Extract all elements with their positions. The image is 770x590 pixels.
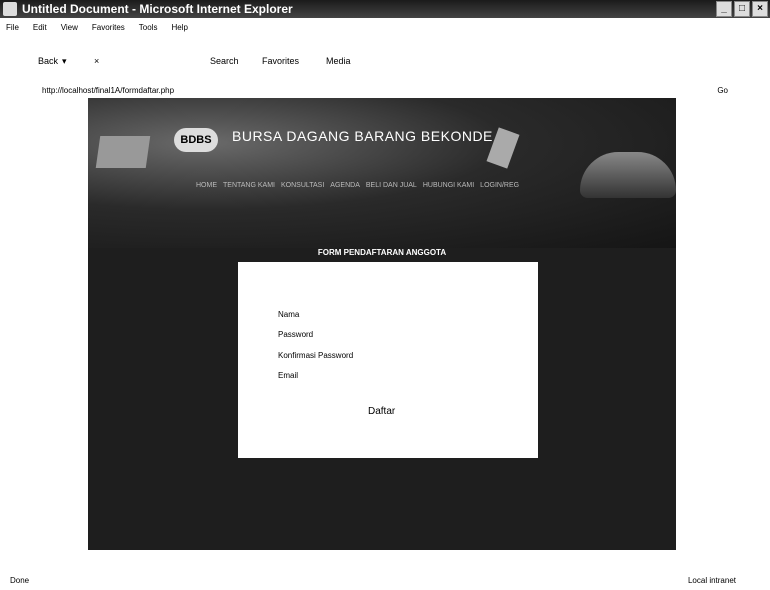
title-bar: Untitled Document - Microsoft Internet E… (0, 0, 770, 18)
nav-login[interactable]: LOGIN/REG (480, 182, 519, 189)
menu-edit[interactable]: Edit (33, 23, 47, 32)
web-page: BDBS BURSA DAGANG BARANG BEKONDE HOME TE… (88, 98, 676, 550)
stop-icon[interactable]: × (94, 56, 99, 66)
window-controls: _ □ × (716, 1, 768, 17)
close-button[interactable]: × (752, 1, 768, 17)
nav-konsultasi[interactable]: KONSULTASI (281, 182, 324, 189)
label-password: Password (278, 330, 314, 339)
status-text: Done (10, 576, 30, 585)
window-title: Untitled Document - Microsoft Internet E… (22, 2, 293, 16)
menu-help[interactable]: Help (171, 23, 187, 32)
nav-tentang-kami[interactable]: TENTANG KAMI (223, 182, 275, 189)
menu-file[interactable]: File (6, 23, 19, 32)
site-nav: HOME TENTANG KAMI KONSULTASI AGENDA BELI… (196, 182, 519, 189)
nav-beli-dan-jual[interactable]: BELI DAN JUAL (366, 182, 417, 189)
toolbar: Back ▾ × Search Favorites Media (0, 52, 770, 72)
car-image (580, 152, 676, 198)
label-email: Email (278, 371, 299, 380)
nav-hubungi-kami[interactable]: HUBUNGI KAMI (423, 182, 474, 189)
site-title: BURSA DAGANG BARANG BEKONDE (232, 128, 493, 144)
chevron-down-icon[interactable]: ▾ (62, 56, 67, 67)
site-logo: BDBS (174, 128, 218, 152)
back-button[interactable]: Back (38, 56, 58, 66)
minimize-button[interactable]: _ (716, 1, 732, 17)
search-button[interactable]: Search (210, 56, 239, 66)
daftar-button[interactable]: Daftar (368, 406, 396, 417)
nav-agenda[interactable]: AGENDA (330, 182, 360, 189)
address-input[interactable]: http://localhost/final1A/formdaftar.php (42, 86, 174, 95)
site-banner: BDBS BURSA DAGANG BARANG BEKONDE HOME TE… (88, 98, 676, 248)
favorites-button[interactable]: Favorites (262, 56, 299, 66)
menu-bar: File Edit View Favorites Tools Help (0, 18, 770, 36)
form-title: FORM PENDAFTARAN ANGGOTA (317, 248, 447, 257)
label-nama: Nama (278, 310, 300, 319)
label-konfirmasi-password: Konfirmasi Password (278, 351, 354, 360)
go-button[interactable]: Go (717, 86, 728, 95)
menu-favorites[interactable]: Favorites (92, 23, 125, 32)
registration-form: Nama Password Konfirmasi Password Email … (238, 262, 538, 458)
laptop-image (95, 136, 151, 168)
nav-home[interactable]: HOME (196, 182, 217, 189)
zone-text: Local intranet (687, 576, 736, 585)
media-button[interactable]: Media (326, 56, 351, 66)
menu-tools[interactable]: Tools (139, 23, 158, 32)
menu-view[interactable]: View (61, 23, 78, 32)
status-bar: Done Local intranet (0, 574, 770, 590)
maximize-button[interactable]: □ (734, 1, 750, 17)
ie-icon (3, 2, 17, 16)
